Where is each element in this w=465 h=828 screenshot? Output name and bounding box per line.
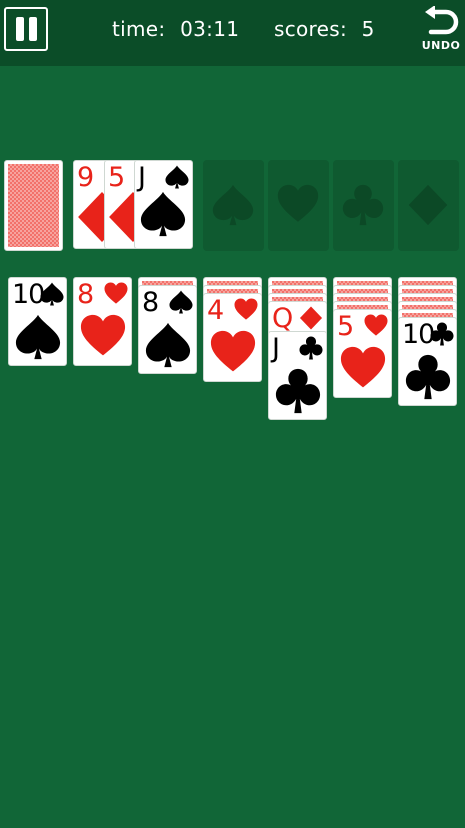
card-suit-spade-icon: [169, 290, 193, 314]
club-icon: [275, 368, 321, 414]
card-suit-heart-icon: [364, 314, 388, 336]
card-rank: J: [272, 333, 280, 364]
undo-arrow-icon: [425, 6, 459, 35]
card-rank: Q: [272, 303, 293, 334]
time-label: time:: [112, 17, 166, 41]
card-rank: 8: [77, 279, 94, 310]
card-suit-heart-icon: [234, 298, 258, 320]
playing-card[interactable]: 8: [73, 277, 132, 366]
foundation-hearts[interactable]: [268, 160, 329, 251]
card-rank: 5: [337, 311, 354, 342]
time-value: 03:11: [180, 17, 240, 41]
undo-label: UNDO: [421, 39, 461, 52]
club-icon: [405, 354, 451, 400]
card-rank: 8: [142, 287, 159, 318]
playing-card[interactable]: 8: [138, 285, 197, 374]
foundation-clubs[interactable]: [333, 160, 394, 251]
pause-icon: [16, 17, 24, 41]
heart-icon: [340, 346, 386, 388]
club-icon: [342, 184, 384, 226]
pause-icon: [29, 17, 37, 41]
foundation-spades[interactable]: [203, 160, 264, 251]
card-rank: 9: [77, 162, 94, 193]
diamond-icon: [408, 184, 448, 226]
card-rank: 5: [108, 162, 125, 193]
card-suit-heart-icon: [104, 282, 128, 304]
foundation-diamonds[interactable]: [398, 160, 459, 251]
card-rank: 4: [207, 295, 224, 326]
playing-card[interactable]: 5: [333, 309, 392, 398]
timer: time: 03:11: [112, 17, 239, 41]
score: scores: 5: [274, 17, 375, 41]
playing-card[interactable]: 10: [398, 317, 457, 406]
heart-icon: [210, 330, 256, 372]
card-suit-club-icon: [299, 336, 323, 360]
undo-button[interactable]: UNDO: [420, 6, 462, 60]
card-suit-spade-icon: [165, 165, 189, 189]
spade-icon: [145, 322, 191, 368]
card-suit-club-icon: [430, 322, 454, 346]
playing-card[interactable]: 10: [8, 277, 67, 366]
heart-icon: [80, 314, 126, 356]
card-suit-spade-icon: [40, 282, 64, 306]
top-bar: time: 03:11 scores: 5 UNDO: [0, 0, 465, 66]
score-label: scores:: [274, 17, 347, 41]
spade-icon: [140, 191, 186, 237]
playing-card[interactable]: J: [134, 160, 193, 249]
heart-icon: [277, 184, 319, 222]
playing-card[interactable]: J: [268, 331, 327, 420]
pause-button[interactable]: [4, 7, 48, 51]
stock-pile[interactable]: [4, 160, 63, 251]
score-value: 5: [361, 17, 375, 41]
spade-icon: [212, 184, 254, 226]
spade-icon: [15, 314, 61, 360]
playing-card[interactable]: 4: [203, 293, 262, 382]
card-suit-diamond-icon: [299, 306, 323, 330]
card-rank: J: [138, 162, 146, 193]
